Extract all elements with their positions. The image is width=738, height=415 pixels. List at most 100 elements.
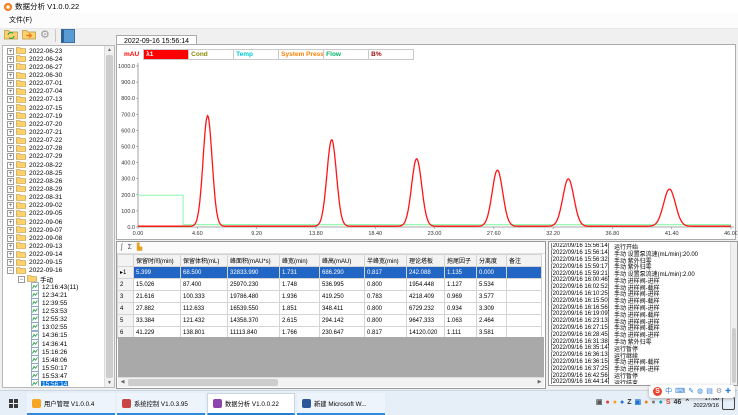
expand-icon[interactable]: +	[7, 153, 14, 160]
tree-item-run[interactable]: 12:55:32	[4, 316, 104, 324]
scroll-right-icon[interactable]: ▶	[535, 378, 544, 387]
column-header[interactable]: 半峰宽(min)	[365, 255, 407, 267]
tray-icon[interactable]: ●	[644, 399, 648, 407]
tree-item-run[interactable]: 14:36:41	[4, 340, 104, 348]
expand-icon[interactable]: +	[7, 243, 14, 250]
notification-center-icon[interactable]	[722, 397, 735, 410]
legend-item-SystemPress[interactable]: System Press	[279, 50, 324, 59]
tray-icon[interactable]: ●	[613, 399, 617, 407]
legend-item-Flow[interactable]: Flow	[324, 50, 369, 59]
ime-icon[interactable]: 中	[665, 387, 672, 396]
expand-icon[interactable]: +	[7, 202, 14, 209]
tray-icon[interactable]: ▣	[635, 399, 642, 407]
scroll-up-icon[interactable]: ▲	[105, 46, 114, 54]
tree-item-run[interactable]: 13:02:55	[4, 324, 104, 332]
tree-scrollbar[interactable]: ▲ ▼	[104, 46, 114, 387]
expand-icon[interactable]: +	[7, 227, 14, 234]
tree-item-run[interactable]: 12:16:43(11)	[4, 283, 104, 291]
tray-icon[interactable]: ▣	[596, 399, 603, 407]
taskbar-app[interactable]: 系统控制 V1.0.3.95	[117, 393, 205, 415]
ime-icon[interactable]: ✚	[725, 387, 731, 396]
tree-item-run[interactable]: 12:39:55	[4, 299, 104, 307]
expand-icon[interactable]: +	[7, 56, 14, 63]
expand-icon[interactable]: +	[7, 113, 14, 120]
table-row[interactable]: ▸15.39968.50032833.9901.731686.2900.8172…	[118, 267, 542, 279]
column-header[interactable]: 保留体积(mL)	[181, 255, 228, 267]
column-header[interactable]: 峰面积(mAU*s)	[228, 255, 280, 267]
column-header[interactable]: 峰宽(min)	[280, 255, 320, 267]
expand-icon[interactable]: +	[7, 121, 14, 128]
log-scrollbar[interactable]	[730, 242, 737, 385]
row-header[interactable]: 4	[118, 303, 134, 315]
tree-item-run[interactable]: 15:16:26	[4, 348, 104, 356]
tree-scrollbar-thumb[interactable]	[106, 55, 113, 378]
tree-item-run[interactable]: 15:48:06	[4, 356, 104, 364]
column-header[interactable]: 理论塔板	[407, 255, 445, 267]
expand-icon[interactable]: +	[7, 186, 14, 193]
column-header[interactable]: 保留时间(min)	[134, 255, 181, 267]
expand-icon[interactable]: +	[7, 251, 14, 258]
collapse-icon[interactable]: −	[18, 276, 25, 283]
expand-icon[interactable]: +	[7, 259, 14, 266]
scroll-down-icon[interactable]: ▼	[105, 379, 114, 387]
ime-icon[interactable]: ✎	[688, 387, 694, 396]
tray-icon[interactable]: ●	[606, 399, 610, 407]
expand-icon[interactable]: +	[7, 80, 14, 87]
start-button[interactable]	[0, 391, 26, 415]
tree-item-manual-folder[interactable]: −手动	[4, 275, 104, 283]
table-row[interactable]: 427.882112.63316539.5501.851348.4110.800…	[118, 303, 542, 315]
export-folder-icon[interactable]	[22, 27, 36, 45]
legend-item-1[interactable]: λ1	[144, 50, 189, 59]
expand-icon[interactable]: +	[7, 137, 14, 144]
table-hscrollbar-thumb[interactable]	[128, 379, 278, 386]
tree-item-run[interactable]: 15:50:17	[4, 364, 104, 372]
expand-icon[interactable]: +	[7, 64, 14, 71]
row-header[interactable]: 2	[118, 279, 134, 291]
expand-icon[interactable]: +	[7, 170, 14, 177]
ime-icon[interactable]: ⚙	[716, 387, 722, 396]
column-header[interactable]: 备注	[507, 255, 542, 267]
sum-icon[interactable]: Σ	[128, 243, 132, 253]
column-header[interactable]: 峰高(mAU)	[320, 255, 365, 267]
chart-icon[interactable]: ▙	[137, 243, 142, 253]
taskbar-clock[interactable]: 17:08 2022/9/16	[693, 396, 719, 409]
refresh-folders-icon[interactable]	[4, 27, 18, 45]
log-scrollbar-thumb[interactable]	[732, 328, 736, 383]
expand-icon[interactable]: +	[7, 235, 14, 242]
column-header[interactable]: 拖尾因子	[445, 255, 477, 267]
legend-item-Temp[interactable]: Temp	[234, 50, 279, 59]
tree-item-run[interactable]: 12:34:21	[4, 291, 104, 299]
expand-icon[interactable]: +	[7, 178, 14, 185]
tree-item-run[interactable]: 15:53:47	[4, 373, 104, 381]
expand-icon[interactable]: +	[7, 48, 14, 55]
integrate-icon[interactable]: ʃ	[121, 243, 123, 253]
expand-icon[interactable]: +	[7, 194, 14, 201]
tray-icon[interactable]: ●	[659, 399, 663, 407]
table-row[interactable]: 215.02687.40025970.2301.748536.9950.8001…	[118, 279, 542, 291]
report-icon[interactable]	[61, 29, 75, 43]
legend-item-Cond[interactable]: Cond	[189, 50, 234, 59]
menu-file[interactable]: 文件(F)	[6, 17, 35, 24]
tray-icon[interactable]: Z	[627, 399, 631, 407]
expand-icon[interactable]: +	[7, 105, 14, 112]
ime-icon[interactable]: ▤	[706, 387, 713, 396]
taskbar-app[interactable]: 新建 Microsoft W...	[297, 393, 385, 415]
ime-icon[interactable]: ◍	[697, 387, 703, 396]
collapse-icon[interactable]: −	[7, 267, 14, 274]
expand-icon[interactable]: +	[7, 219, 14, 226]
ime-icon[interactable]: ⌨	[675, 387, 685, 396]
tree-item-run[interactable]: 15:56:14	[4, 381, 104, 386]
tree-item-run[interactable]: 14:36:15	[4, 332, 104, 340]
tree-item-run[interactable]: 12:53:53	[4, 308, 104, 316]
row-header[interactable]: 3	[118, 291, 134, 303]
row-header[interactable]: 5	[118, 315, 134, 327]
table-row[interactable]: 533.384121.43214358.3702.615294.1420.800…	[118, 315, 542, 327]
table-row[interactable]: 321.616100.33319786.4801.936419.2500.783…	[118, 291, 542, 303]
taskbar-app[interactable]: 用户管理 V1.0.0.4	[27, 393, 115, 415]
taskbar-app[interactable]: 数据分析 V1.0.0.22	[207, 393, 295, 415]
column-header[interactable]: 分离度	[477, 255, 507, 267]
settings-gear-icon[interactable]: ⚙	[40, 30, 50, 41]
tray-icon[interactable]: 46	[674, 399, 682, 407]
expand-icon[interactable]: +	[7, 129, 14, 136]
table-hscrollbar[interactable]: ◀ ▶	[118, 377, 544, 387]
